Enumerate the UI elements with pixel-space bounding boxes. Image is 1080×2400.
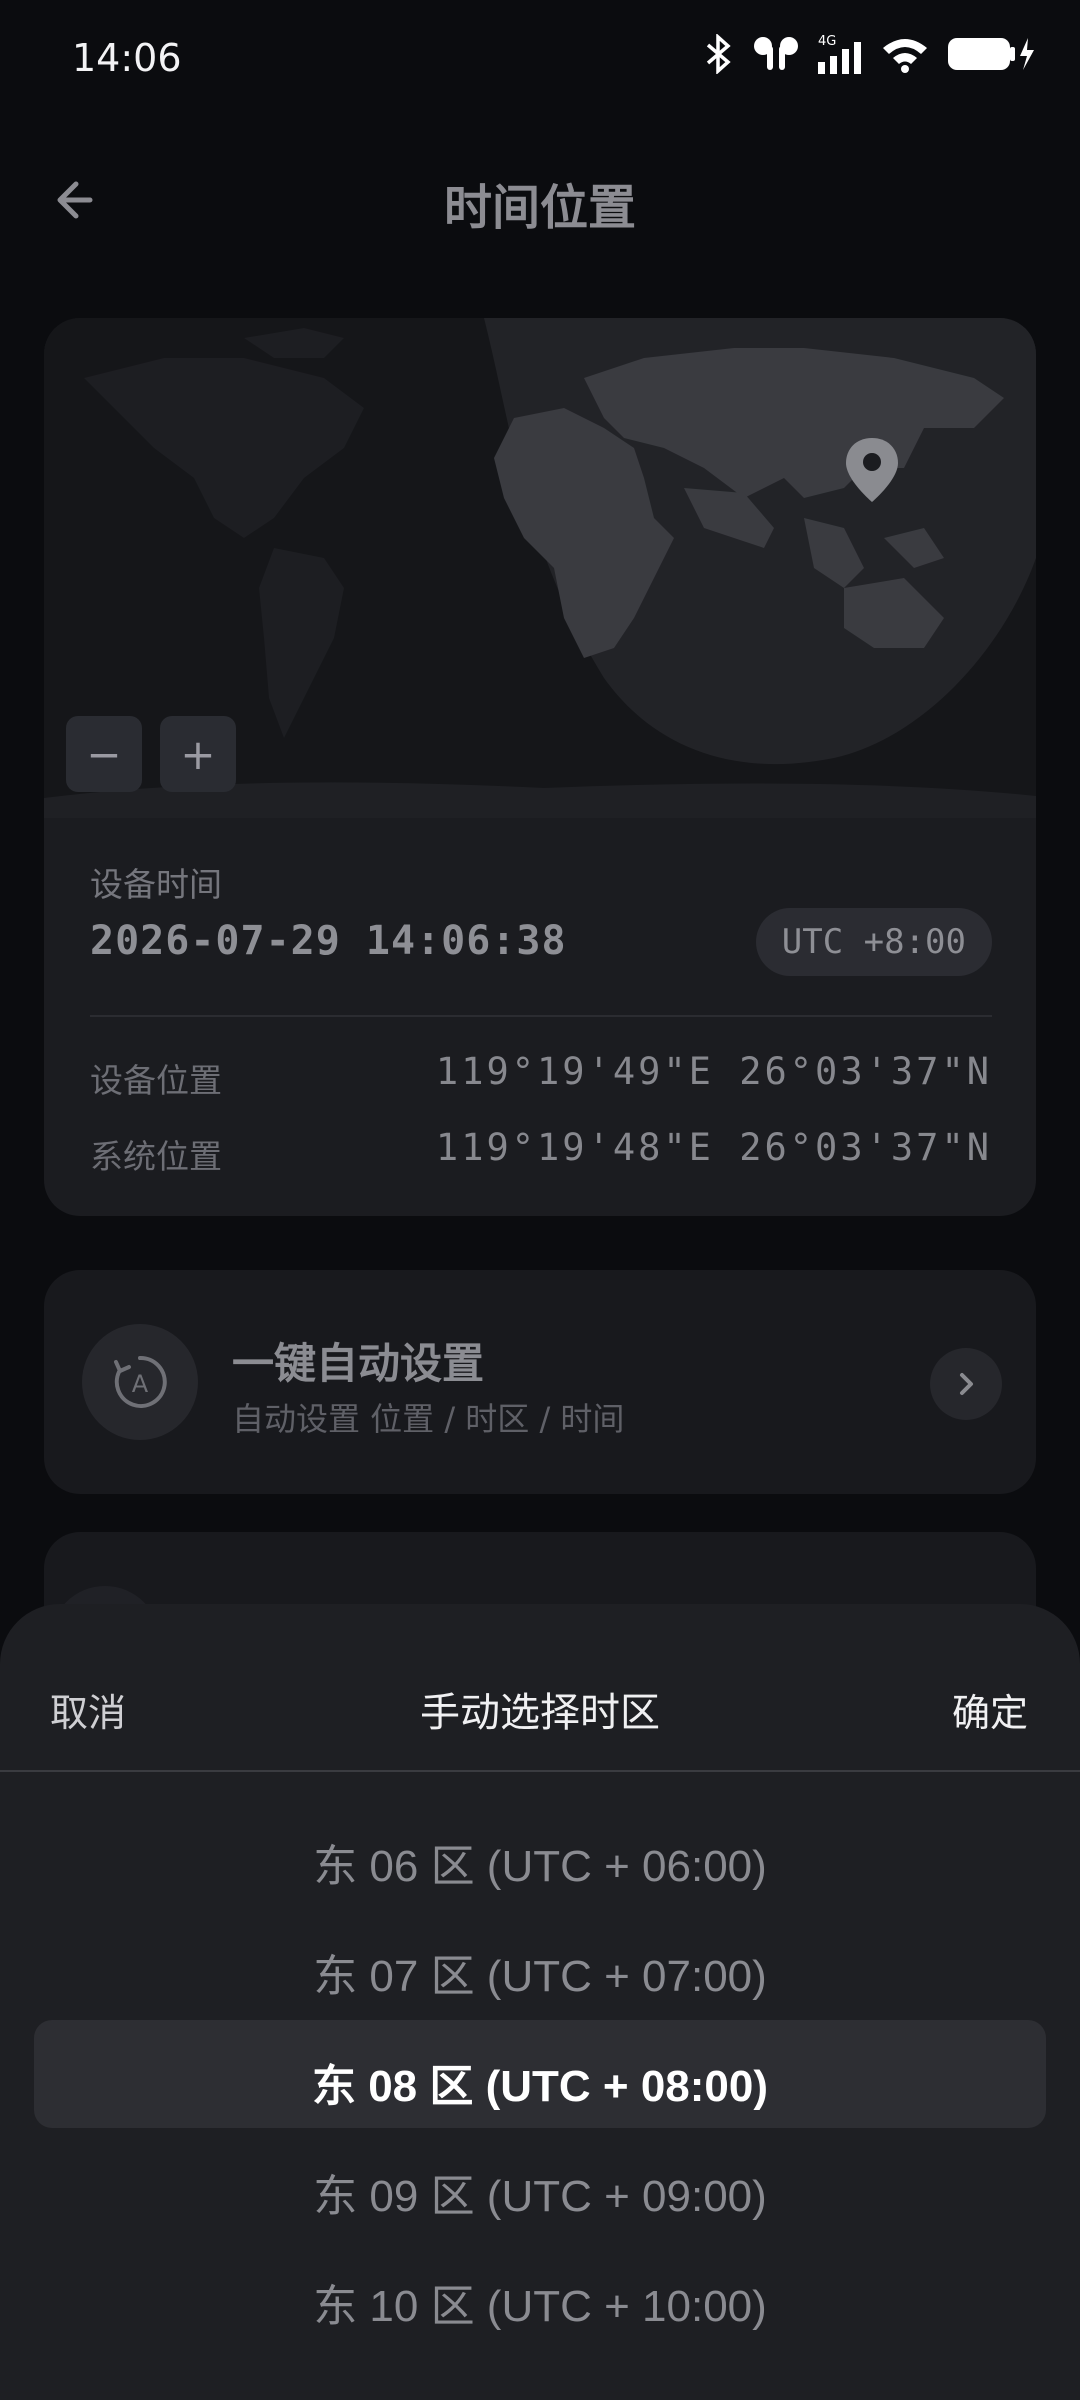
auto-setting-title: 一键自动设置: [232, 1339, 485, 1388]
earbuds-icon: [754, 37, 798, 70]
status-icons: 4G: [702, 32, 1036, 76]
auto-setting-card[interactable]: A 一键自动设置 自动设置 位置 / 时区 / 时间: [44, 1270, 1036, 1494]
timezone-option-selected[interactable]: 东 08 区 (UTC + 08:00): [0, 2050, 1080, 2114]
system-location-value: 119°19'48"E 26°03'37"N: [435, 1126, 992, 1169]
status-time: 14:06: [72, 36, 182, 80]
device-location-label: 设备位置: [90, 1061, 222, 1100]
timezone-option[interactable]: 东 07 区 (UTC + 07:00): [0, 1940, 1080, 2004]
timezone-option[interactable]: 东 10 区 (UTC + 10:00): [0, 2270, 1080, 2334]
zoom-in-button[interactable]: +: [160, 716, 236, 792]
timezone-picker-sheet: 取消 手动选择时区 确定 东 06 区 (UTC + 06:00) 东 07 区…: [0, 1604, 1080, 2400]
confirm-button[interactable]: 确定: [952, 1682, 1028, 1737]
svg-text:4G: 4G: [818, 34, 836, 49]
sheet-title: 手动选择时区: [420, 1690, 660, 1736]
sheet-divider: [0, 1770, 1080, 1772]
auto-setting-icon: A: [82, 1324, 198, 1440]
cellular-signal-icon: 4G: [818, 34, 861, 74]
timezone-option[interactable]: 东 09 区 (UTC + 09:00): [0, 2160, 1080, 2224]
wifi-icon: [883, 39, 927, 73]
bluetooth-icon: [706, 34, 731, 74]
auto-setting-subtitle: 自动设置 位置 / 时区 / 时间: [232, 1400, 625, 1438]
utc-offset-badge[interactable]: UTC +8:00: [755, 908, 992, 976]
zoom-out-button[interactable]: −: [66, 716, 142, 792]
chevron-right-icon[interactable]: [930, 1348, 1002, 1420]
device-time-label: 设备时间: [90, 865, 222, 904]
svg-text:A: A: [132, 1370, 149, 1398]
divider: [90, 1015, 992, 1017]
page-title: 时间位置: [443, 180, 636, 236]
device-time-value: 2026-07-29 14:06:38: [90, 918, 567, 964]
world-map[interactable]: − +: [44, 318, 1036, 818]
time-location-card: − + 设备时间 2026-07-29 14:06:38 UTC +8:00 设…: [44, 318, 1036, 1216]
timezone-option[interactable]: 东 06 区 (UTC + 06:00): [0, 1830, 1080, 1894]
battery-icon: [948, 38, 1034, 70]
system-location-label: 系统位置: [90, 1137, 222, 1176]
device-location-value: 119°19'49"E 26°03'37"N: [435, 1050, 992, 1093]
